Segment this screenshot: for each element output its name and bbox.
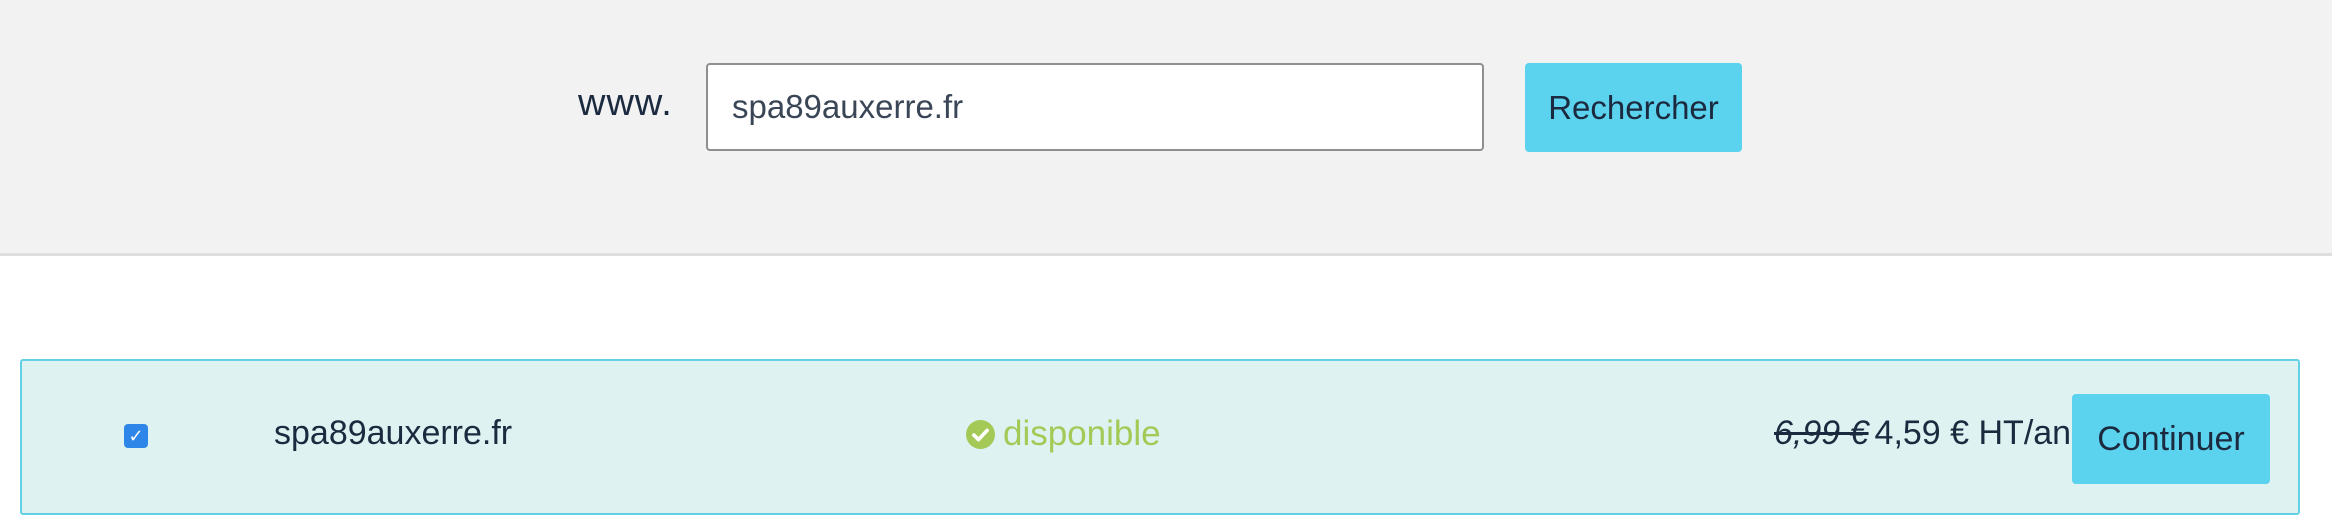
continue-button[interactable]: Continuer [2072,394,2270,484]
domain-price: 6,99 €4,59 € HT/an [1774,414,2071,453]
domain-result-row: ✓ spa89auxerre.fr disponible 6,99 €4,59 … [20,359,2300,515]
new-price: 4,59 € HT/an [1874,414,2072,452]
availability-status: disponible [966,414,1161,454]
result-domain-name: spa89auxerre.fr [274,414,513,452]
old-price: 6,99 € [1774,414,1869,452]
domain-search-bar: www. Rechercher [0,0,2332,256]
select-domain-checkbox[interactable]: ✓ [124,424,148,448]
search-button[interactable]: Rechercher [1525,63,1742,152]
availability-label: disponible [1003,414,1161,453]
domain-search-input[interactable] [706,63,1484,151]
check-circle-icon [966,419,995,449]
www-prefix-label: www. [578,82,673,124]
